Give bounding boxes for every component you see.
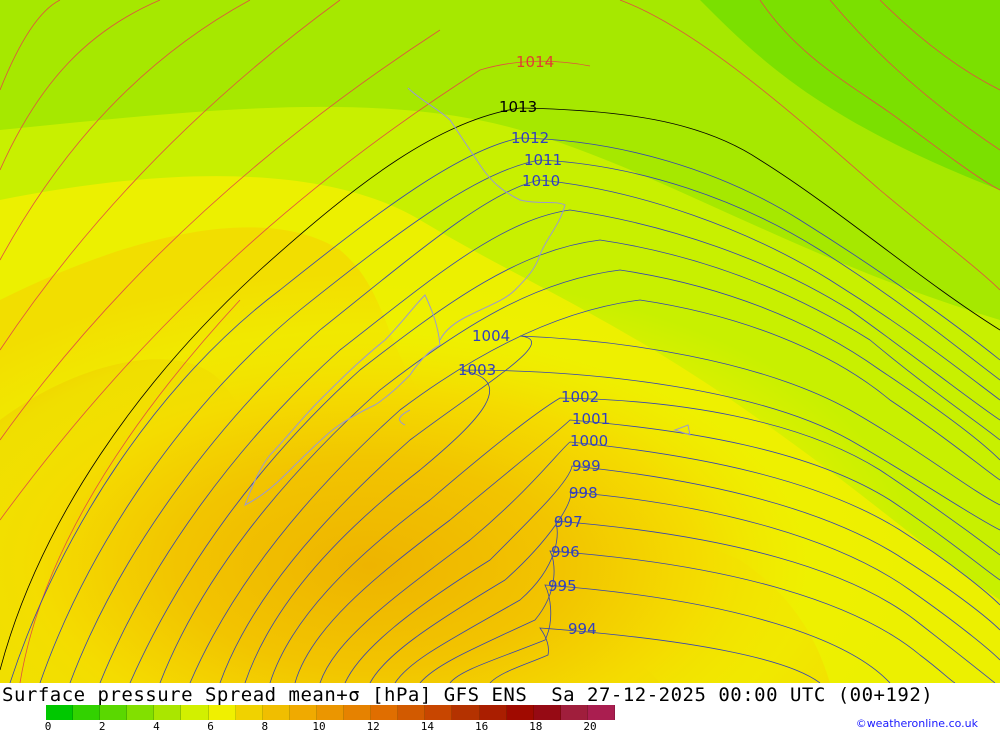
colorbar-swatch [506, 705, 534, 720]
colorbar-swatch [100, 705, 128, 720]
credit-link[interactable]: ©weatheronline.co.uk [856, 717, 978, 730]
colorbar-swatch [181, 705, 209, 720]
colorbar-tick-label: 2 [98, 720, 106, 733]
colorbar-tick-label: 4 [153, 720, 160, 733]
colorbar-swatch [560, 705, 588, 720]
colorbar-swatch [533, 705, 561, 720]
colorbar-tick-label: 14 [420, 720, 435, 733]
colorbar-ticks: 0 2 4 6 8 10 12 14 16 18 20 [0, 721, 700, 733]
map-title: Surface pressure Spread mean+σ [hPa] GFS… [2, 684, 934, 706]
contour-label: 1003 [458, 361, 496, 379]
colorbar-tick-label: 20 [583, 720, 597, 733]
colorbar-swatch [479, 705, 507, 720]
contour-label: 1010 [522, 172, 560, 190]
colorbar-swatch [289, 705, 317, 720]
contour-label: 995 [548, 577, 577, 595]
contour-label: 1012 [511, 129, 549, 147]
map-footer: Surface pressure Spread mean+σ [hPa] GFS… [0, 683, 1000, 733]
colorbar-tick-label: 6 [207, 720, 214, 733]
colorbar-swatch [316, 705, 345, 720]
colorbar-swatch [235, 705, 263, 720]
contour-label: 996 [551, 543, 580, 561]
contour-label: 1002 [561, 388, 599, 406]
colorbar-swatch [208, 705, 236, 720]
colorbar-swatch [46, 705, 74, 720]
colorbar-swatch [425, 705, 453, 720]
colorbar-tick-label: 18 [529, 720, 543, 733]
colorbar-swatch [452, 705, 480, 720]
contour-label: 1014 [516, 53, 554, 71]
colorbar-swatch [371, 705, 399, 720]
colorbar-tick-label: 0 [44, 720, 52, 733]
contour-label: 1004 [472, 327, 510, 345]
colorbar-swatch [127, 705, 155, 720]
colorbar-tick-label: 10 [312, 720, 326, 733]
contour-label: 1011 [524, 151, 562, 169]
colorbar-tick-label: 16 [474, 720, 489, 733]
contour-label: 1000 [570, 432, 608, 450]
contour-label: 999 [572, 457, 601, 475]
colorbar-tick-label: 12 [366, 720, 380, 733]
pressure-spread-map: 1014 1013 1012 1011 1010 1004 1003 1002 … [0, 0, 1000, 683]
contour-label: 998 [569, 484, 598, 502]
contour-label: 997 [554, 513, 583, 531]
colorbar [46, 705, 615, 720]
shading-core [0, 150, 1000, 683]
colorbar-swatch [587, 705, 615, 720]
contour-label: 1013 [499, 98, 537, 116]
colorbar-swatch [262, 705, 290, 720]
colorbar-swatch [344, 705, 372, 720]
colorbar-swatch [73, 705, 101, 720]
contour-label: 1001 [572, 410, 610, 428]
colorbar-swatch [398, 705, 426, 720]
colorbar-swatch [154, 705, 182, 720]
contour-label: 994 [568, 620, 597, 638]
colorbar-tick-label: 8 [261, 720, 269, 733]
